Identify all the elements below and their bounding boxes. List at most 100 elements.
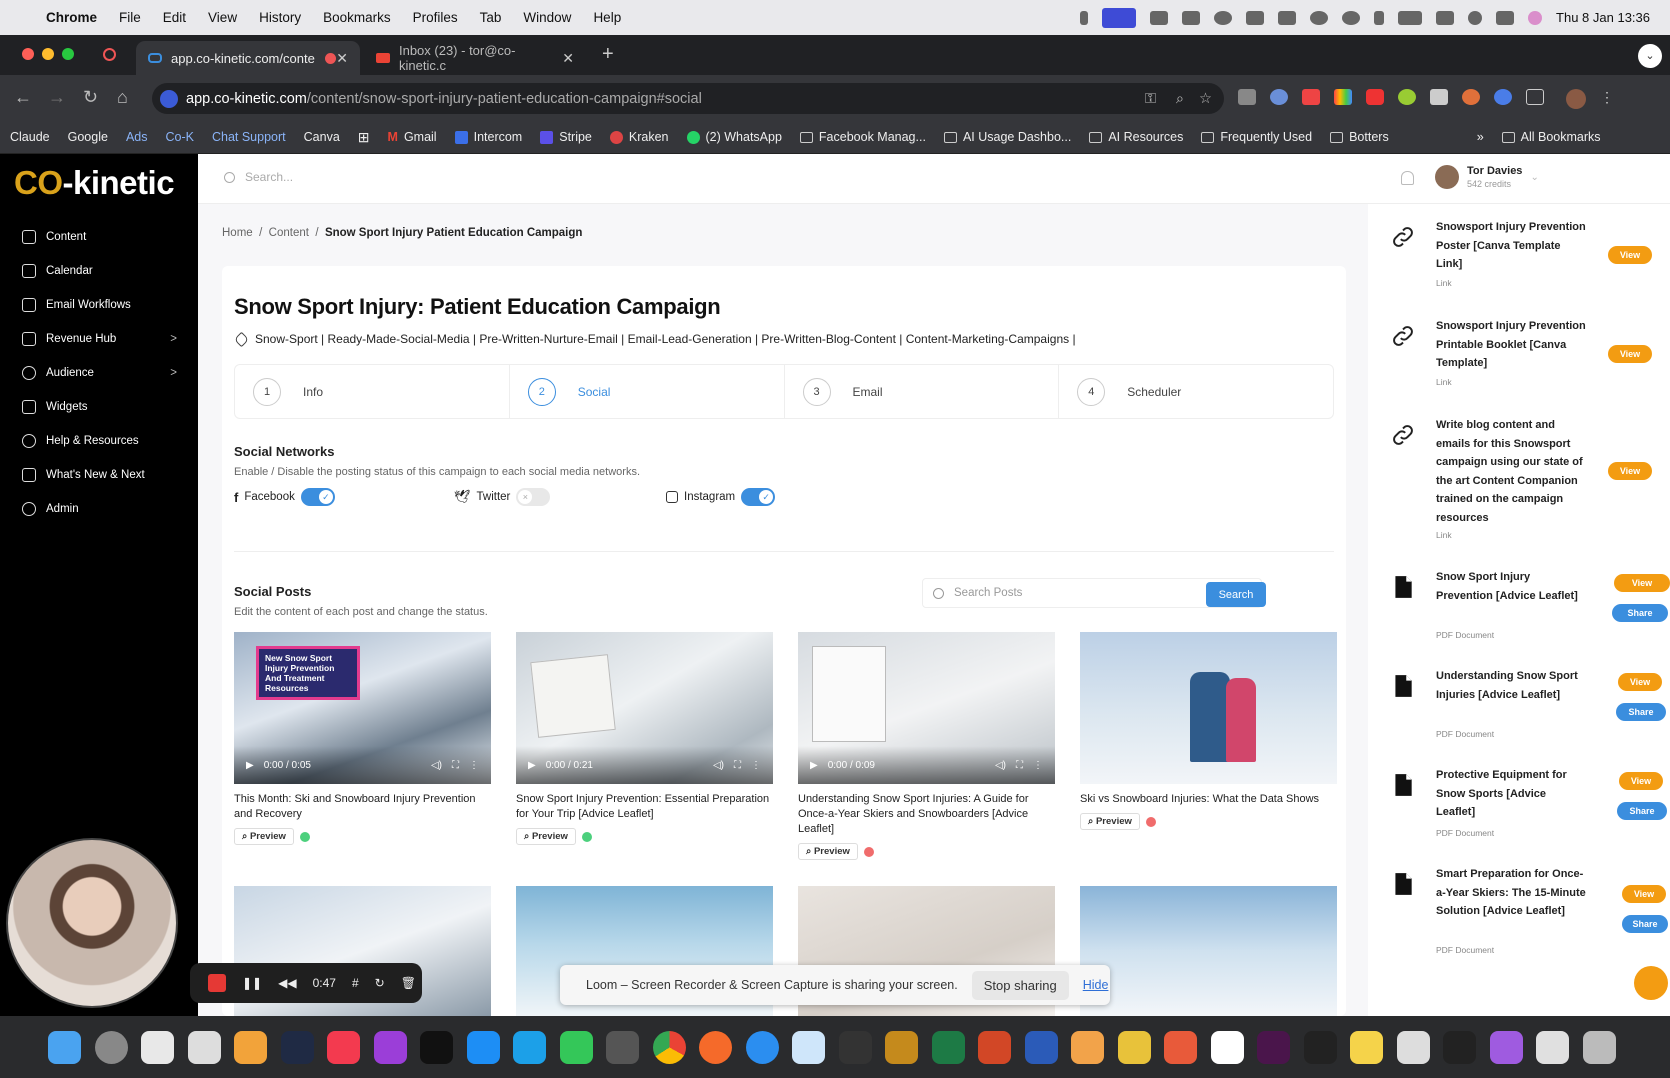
hide-sharing-bar-link[interactable]: Hide (1083, 978, 1109, 992)
bookmark-ai-resources[interactable]: AI Resources (1089, 130, 1183, 144)
more-options-icon[interactable]: ⋮ (1033, 760, 1043, 771)
sidebar-item-revenue-hub[interactable]: Revenue Hub > (22, 332, 177, 346)
sidebar-item-widgets[interactable]: Widgets (22, 400, 177, 414)
settings-icon[interactable] (94, 1030, 128, 1064)
address-bar[interactable]: app.co-kinetic.com/content/snow-sport-in… (152, 83, 1224, 114)
sidebar-item-email-workflows[interactable]: Email Workflows (22, 298, 177, 312)
extension-blue-icon[interactable] (1494, 89, 1512, 105)
resource-title[interactable]: Snowsport Injury Prevention Printable Bo… (1436, 317, 1586, 373)
view-button[interactable]: View (1619, 772, 1663, 790)
step-social[interactable]: 2 Social (510, 365, 785, 418)
spotlight-icon[interactable] (1468, 10, 1483, 25)
breadcrumb-home[interactable]: Home (222, 227, 253, 239)
share-button[interactable]: Share (1617, 802, 1667, 820)
battery-icon[interactable] (1398, 10, 1423, 25)
dropbox-icon[interactable] (1150, 10, 1169, 25)
preview-button[interactable]: ⌕ Preview (1080, 813, 1140, 830)
new-tab-button[interactable]: + (602, 43, 614, 66)
preview-button[interactable]: ⌕ Preview (798, 843, 858, 860)
tab-search-button[interactable]: ⌄ (1638, 44, 1662, 68)
tab-co-kinetic[interactable]: app.co-kinetic.com/conte ✕ (136, 41, 360, 75)
extension-colorful-icon[interactable] (1398, 89, 1416, 105)
sonos-s1-icon[interactable] (885, 1030, 918, 1064)
extension-claude-icon[interactable] (1462, 89, 1480, 105)
more-bookmarks-icon[interactable]: » (1477, 130, 1484, 144)
bookmark-all-bookmarks[interactable]: All Bookmarks (1501, 130, 1601, 144)
step-email[interactable]: 3 Email (785, 365, 1060, 418)
excel-icon[interactable] (931, 1030, 965, 1064)
dock-app-icon[interactable] (1396, 1030, 1430, 1064)
notification-bell-icon[interactable] (1401, 171, 1414, 185)
post-thumbnail[interactable] (1080, 886, 1337, 1016)
back-icon[interactable]: ← (14, 87, 32, 108)
bookmark-gmail[interactable]: M Gmail (388, 130, 437, 144)
twitter-toggle[interactable]: × (516, 488, 551, 506)
safari-icon[interactable] (745, 1030, 779, 1064)
post-video[interactable]: ▶ 0:00 / 0:09 ◁) ⛶ ⋮ (798, 632, 1055, 784)
skype-icon[interactable] (513, 1030, 546, 1064)
bookmark-ai-usage[interactable]: AI Usage Dashbo... (943, 130, 1071, 144)
view-button[interactable]: View (1608, 246, 1652, 264)
bookmark-stripe[interactable]: Stripe (540, 130, 592, 144)
powerpoint-icon[interactable] (978, 1030, 1011, 1064)
bookmark-star-icon[interactable]: ☆ (1199, 91, 1212, 107)
profile-avatar[interactable] (1566, 89, 1586, 109)
sonos-icon[interactable] (838, 1030, 872, 1064)
music-icon[interactable] (327, 1030, 360, 1064)
status-dot[interactable] (581, 831, 592, 842)
menu-profiles[interactable]: Profiles (413, 10, 458, 25)
quicktime-icon[interactable] (280, 1030, 314, 1064)
resource-title[interactable]: Snow Sport Injury Prevention [Advice Lea… (1436, 568, 1586, 605)
menu-history[interactable]: History (259, 10, 301, 25)
bookmark-claude[interactable]: Claude (10, 130, 50, 144)
trash-icon[interactable] (1582, 1030, 1616, 1064)
menubar-clock[interactable]: Thu 8 Jan 13:36 (1556, 10, 1650, 25)
flame-icon[interactable] (1374, 10, 1385, 25)
reload-icon[interactable]: ↻ (83, 87, 98, 108)
bookmark-chat-support[interactable]: Chat Support (212, 130, 286, 144)
sidebar-item-content[interactable]: Content (22, 230, 177, 244)
dock-app-icon[interactable] (141, 1030, 174, 1064)
stop-recording-button[interactable] (208, 974, 226, 992)
sidebar-item-help[interactable]: Help & Resources (22, 434, 177, 448)
extension-send-icon[interactable] (1430, 89, 1448, 105)
record-icon[interactable] (1214, 10, 1233, 25)
trash-icon[interactable]: 🗑 (401, 976, 416, 990)
status-dot[interactable] (299, 831, 310, 842)
calculator-icon[interactable] (606, 1030, 639, 1064)
extension-grid-icon[interactable] (1334, 89, 1352, 105)
camera-extension-icon[interactable] (1238, 89, 1256, 105)
tray-app-icon[interactable] (1182, 10, 1201, 25)
status-dot[interactable] (863, 846, 874, 857)
minimize-window-button[interactable] (42, 48, 54, 60)
drop-app-icon[interactable] (792, 1030, 825, 1064)
menu-help[interactable]: Help (593, 10, 621, 25)
site-info-icon[interactable] (160, 90, 178, 108)
notes-icon[interactable] (1350, 1030, 1383, 1064)
sidebar-item-audience[interactable]: Audience > (22, 366, 177, 380)
more-options-icon[interactable]: ⋮ (469, 760, 479, 771)
webcam-bubble[interactable] (6, 838, 178, 1008)
chat-launcher-icon[interactable] (1634, 966, 1668, 1000)
tray-helper-icon[interactable] (1342, 10, 1361, 25)
preview-button[interactable]: ⌕ Preview (516, 828, 576, 845)
stop-sharing-button[interactable]: Stop sharing (971, 970, 1069, 1000)
apps-grid-icon[interactable]: ⊞ (358, 129, 370, 146)
share-button[interactable]: Share (1612, 604, 1668, 622)
drawing-grid-icon[interactable]: # (352, 976, 359, 990)
sidebar-item-admin[interactable]: Admin (22, 502, 177, 516)
resource-title[interactable]: Understanding Snow Sport Injuries [Advic… (1436, 667, 1586, 704)
extensions-puzzle-icon[interactable] (1526, 89, 1544, 105)
sidebar-item-calendar[interactable]: Calendar (22, 264, 177, 278)
extension-badge-icon[interactable] (1302, 89, 1320, 105)
app-store-icon[interactable] (466, 1030, 500, 1064)
mute-icon[interactable]: ◁) (995, 760, 1006, 771)
finder-icon[interactable] (48, 1030, 81, 1064)
launchpad-icon[interactable] (187, 1030, 221, 1064)
sidebar-item-whats-new[interactable]: What's New & Next (22, 468, 177, 482)
password-key-icon[interactable]: ⚿ (1145, 91, 1156, 107)
mute-icon[interactable]: ◁) (431, 760, 442, 771)
resource-title[interactable]: Snowsport Injury Prevention Poster [Canv… (1436, 218, 1586, 274)
mute-icon[interactable]: ◁) (713, 760, 724, 771)
post-search-button[interactable]: Search (1206, 582, 1266, 607)
